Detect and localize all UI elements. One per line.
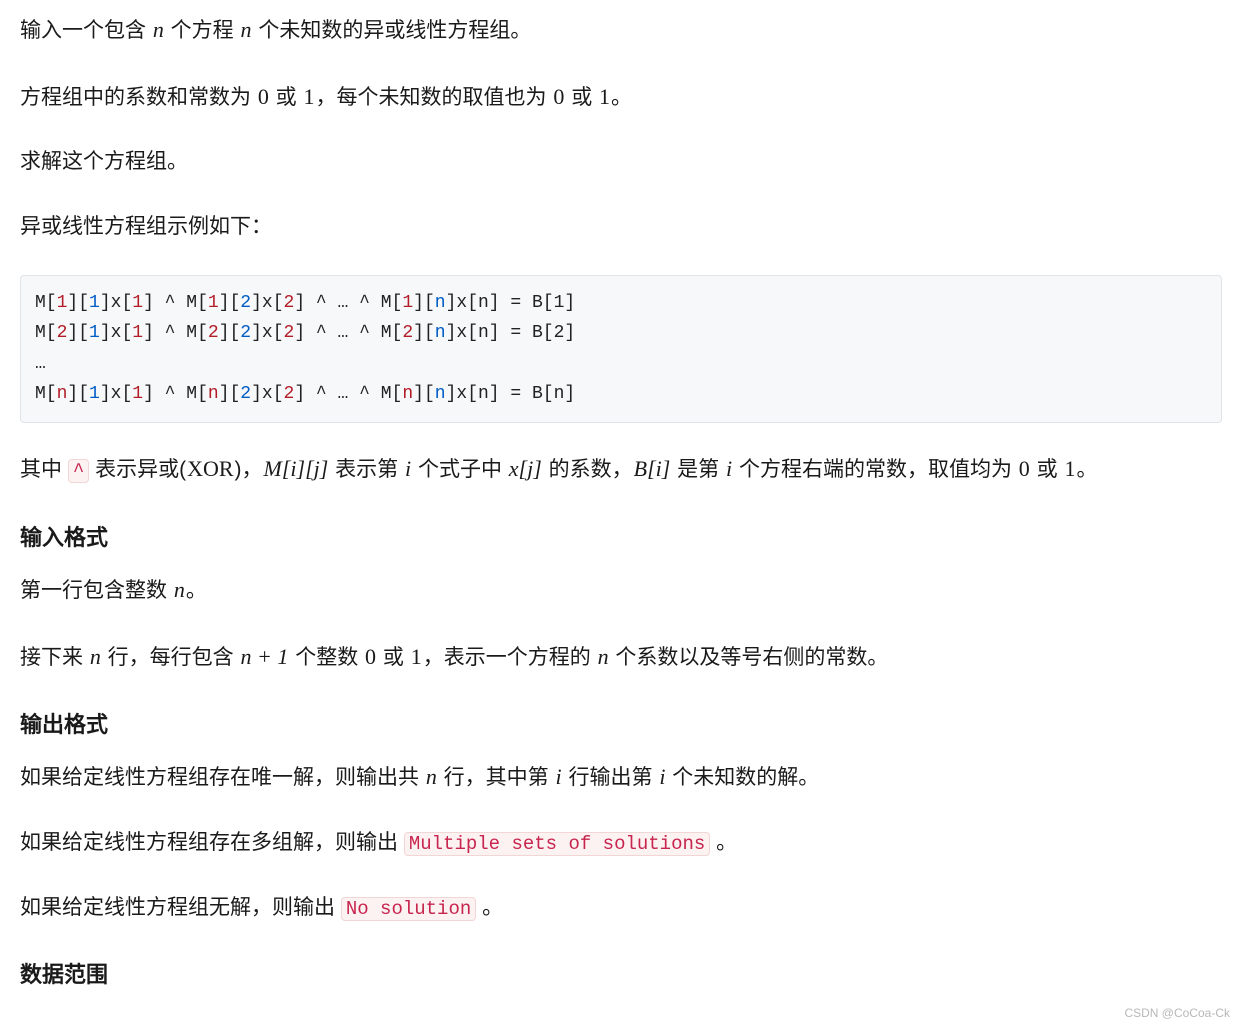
text: 是第	[671, 458, 725, 481]
paragraph-output-unique: 如果给定线性方程组存在唯一解，则输出共 n 行，其中第 i 行输出第 i 个未知…	[20, 759, 1222, 796]
math-num-1: 1	[598, 84, 611, 109]
math-var-i: i	[725, 456, 733, 481]
inline-code-multiple: Multiple sets of solutions	[404, 832, 710, 856]
text: )，	[235, 458, 263, 481]
inline-code-nosolution: No solution	[341, 897, 476, 921]
text: 。	[710, 831, 737, 854]
text: ，每个未知数的取值也为	[316, 86, 553, 109]
paragraph-explain: 其中 ^ 表示异或(XOR)，M[i][j] 表示第 i 个式子中 x[j] 的…	[20, 451, 1222, 488]
text: 表示第	[329, 458, 404, 481]
text: 。	[1076, 458, 1097, 481]
inline-caret: ^	[68, 459, 89, 483]
problem-statement: 输入一个包含 n 个方程 n 个未知数的异或线性方程组。 方程组中的系数和常数为…	[0, 0, 1242, 1034]
math-num-0: 0	[364, 644, 377, 669]
math-var-i: i	[404, 456, 412, 481]
text: 个系数以及等号右侧的常数。	[610, 646, 889, 669]
text: 或	[377, 646, 410, 669]
text: 如果给定线性方程组无解，则输出	[20, 896, 341, 919]
text: 或	[1031, 458, 1064, 481]
paragraph-output-none: 如果给定线性方程组无解，则输出 No solution 。	[20, 891, 1222, 926]
text: ，表示一个方程的	[423, 646, 597, 669]
text: 。	[611, 86, 632, 109]
text: 或	[270, 86, 303, 109]
text: 。	[476, 896, 503, 919]
heading-input-format: 输入格式	[20, 520, 1222, 556]
text: 如果给定线性方程组存在唯一解，则输出共	[20, 766, 425, 789]
watermark: CSDN @CoCoa-Ck	[1124, 1004, 1230, 1024]
text: 行，每行包含	[102, 646, 240, 669]
math-num-0: 0	[1018, 456, 1031, 481]
text: 方程组中的系数和常数为	[20, 86, 257, 109]
paragraph-input-line1: 第一行包含整数 n。	[20, 572, 1222, 609]
paragraph-input-next: 接下来 n 行，每行包含 n + 1 个整数 0 或 1，表示一个方程的 n 个…	[20, 639, 1222, 676]
text: 如果给定线性方程组存在多组解，则输出	[20, 831, 404, 854]
text: 第一行包含整数	[20, 579, 173, 602]
paragraph-coeffs: 方程组中的系数和常数为 0 或 1，每个未知数的取值也为 0 或 1。	[20, 79, 1222, 116]
math-var-n: n	[89, 644, 102, 669]
text: 行输出第	[563, 766, 659, 789]
code-block-equations: M[1][1]x[1] ^ M[1][2]x[2] ^ … ^ M[1][n]x…	[20, 275, 1222, 423]
text: 。	[186, 579, 207, 602]
math-nplus1: n + 1	[240, 644, 290, 669]
paragraph-example-label: 异或线性方程组示例如下：	[20, 210, 1222, 245]
text: 的系数，	[543, 458, 633, 481]
text: 接下来	[20, 646, 89, 669]
paragraph-intro: 输入一个包含 n 个方程 n 个未知数的异或线性方程组。	[20, 12, 1222, 49]
math-var-n: n	[240, 17, 253, 42]
text: 输入一个包含	[20, 19, 152, 42]
math-xj: x[j]	[508, 456, 543, 481]
math-var-n: n	[597, 644, 610, 669]
math-var-n: n	[152, 17, 165, 42]
text: 或	[565, 86, 598, 109]
text: 表示异或(	[89, 458, 186, 481]
text: 其中	[20, 458, 68, 481]
text: 个整数	[289, 646, 364, 669]
heading-data-range: 数据范围	[20, 957, 1222, 993]
text: 个式子中	[412, 458, 508, 481]
math-var-i: i	[555, 764, 563, 789]
math-var-n: n	[173, 577, 186, 602]
math-num-1: 1	[410, 644, 423, 669]
heading-output-format: 输出格式	[20, 707, 1222, 743]
text: 个未知数的异或线性方程组。	[253, 19, 532, 42]
text: 行，其中第	[438, 766, 555, 789]
math-Mij: M[i][j]	[263, 456, 330, 481]
math-Bi: B[i]	[633, 456, 672, 481]
math-num-0: 0	[552, 84, 565, 109]
math-xor: XOR	[186, 456, 234, 481]
text: 个方程	[165, 19, 240, 42]
paragraph-output-multiple: 如果给定线性方程组存在多组解，则输出 Multiple sets of solu…	[20, 826, 1222, 861]
math-var-n: n	[425, 764, 438, 789]
math-num-0: 0	[257, 84, 270, 109]
text: 个未知数的解。	[666, 766, 819, 789]
math-num-1: 1	[303, 84, 316, 109]
text: 个方程右端的常数，取值均为	[733, 458, 1018, 481]
math-num-1: 1	[1063, 456, 1076, 481]
paragraph-solve: 求解这个方程组。	[20, 145, 1222, 180]
